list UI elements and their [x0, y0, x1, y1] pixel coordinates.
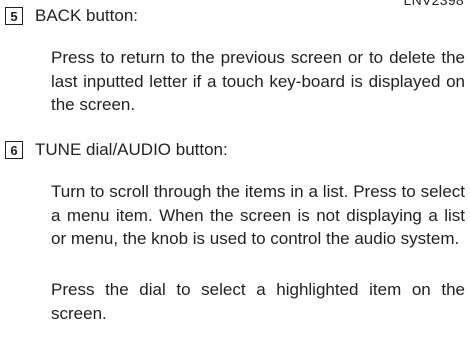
item-number-badge: 6: [5, 141, 23, 159]
item-title: BACK button:: [35, 6, 139, 25]
item-description: Turn to scroll through the items in a li…: [51, 182, 465, 248]
item-number-badge: 5: [5, 7, 23, 25]
item-back-button: 5 BACK button:: [5, 6, 138, 26]
item-title: TUNE dial/AUDIO button:: [35, 140, 228, 159]
item-description: Press to return to the previous screen o…: [51, 48, 465, 114]
item-tune-dial: 6 TUNE dial/AUDIO button:: [5, 140, 228, 160]
item-description: Press the dial to select a highlighted i…: [51, 280, 465, 323]
figure-code: LNV2398: [403, 0, 464, 8]
